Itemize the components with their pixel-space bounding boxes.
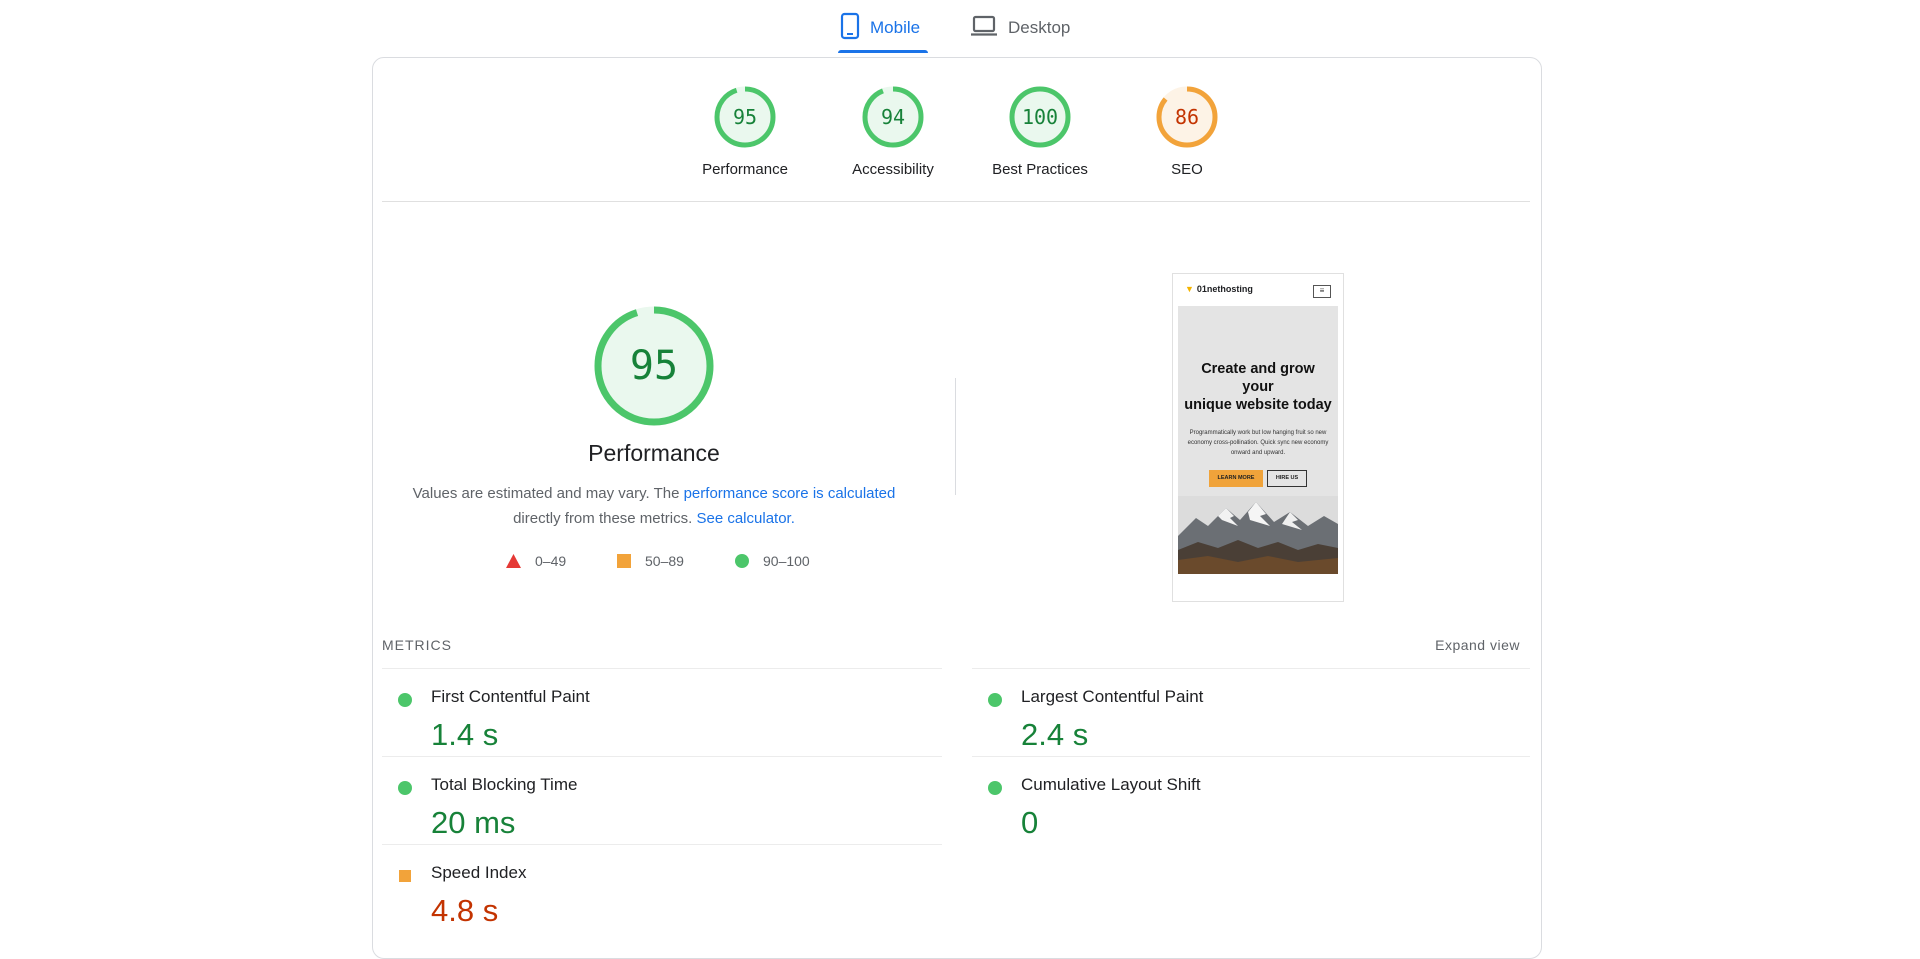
gauge-ring: 94 xyxy=(862,86,924,148)
metric-value: 4.8 s xyxy=(431,893,499,928)
hero-title-line: your xyxy=(1242,379,1274,395)
gauge-best-practices[interactable]: 100 Best Practices xyxy=(980,85,1100,178)
learn-more-button: LEARN MORE xyxy=(1209,470,1263,487)
legend-average: 50–89 xyxy=(617,553,684,569)
page-screenshot[interactable]: ▼ 01nethosting ≡ Create and grow your uni… xyxy=(1172,273,1344,602)
divider xyxy=(382,668,942,669)
metric-speed-index: Speed Index 4.8 s xyxy=(382,853,922,941)
circle-status-icon xyxy=(398,693,412,712)
hero-title-line: Create and grow xyxy=(1201,361,1315,377)
hero-subtitle: Programmatically work but low hanging fr… xyxy=(1187,430,1329,456)
gauge-ring: 86 xyxy=(1156,86,1218,148)
metric-name: Largest Contentful Paint xyxy=(1021,687,1204,706)
gauge-seo[interactable]: 86 SEO xyxy=(1127,85,1247,178)
active-tab-indicator xyxy=(838,50,928,53)
tab-desktop[interactable]: Desktop xyxy=(970,8,1070,48)
screenshot-header: ▼ 01nethosting ≡ xyxy=(1173,274,1343,304)
metric-fcp: First Contentful Paint 1.4 s xyxy=(382,677,922,765)
gauge-ring: 95 xyxy=(714,86,776,148)
gauge-score: 86 xyxy=(1175,105,1199,129)
metric-value: 0 xyxy=(1021,805,1039,840)
legend-pass: 90–100 xyxy=(735,553,810,569)
metric-value: 20 ms xyxy=(431,805,516,840)
metric-name: Total Blocking Time xyxy=(431,775,578,794)
metric-value: 1.4 s xyxy=(431,717,499,752)
expand-view-button[interactable]: Expand view xyxy=(1400,637,1520,653)
gauge-ring: 100 xyxy=(1009,86,1071,148)
tab-mobile-label: Mobile xyxy=(870,18,921,37)
menu-icon: ≡ xyxy=(1313,285,1331,298)
divider xyxy=(382,756,942,757)
see-calculator-link[interactable]: See calculator. xyxy=(696,510,794,527)
legend-label: 90–100 xyxy=(763,553,810,569)
hero-title: Create and grow your unique website toda… xyxy=(1178,360,1338,414)
gauge-accessibility[interactable]: 94 Accessibility xyxy=(833,85,953,178)
divider xyxy=(382,201,1530,202)
screenshot-hero: Create and grow your unique website toda… xyxy=(1178,306,1338,574)
metric-value: 2.4 s xyxy=(1021,717,1089,752)
screenshot-logo: ▼ 01nethosting xyxy=(1185,284,1253,294)
screenshot-brand: 01nethosting xyxy=(1196,284,1253,294)
metric-name: Cumulative Layout Shift xyxy=(1021,775,1201,794)
square-icon xyxy=(617,554,631,568)
gauge-score: 100 xyxy=(1022,105,1058,129)
tab-desktop-label: Desktop xyxy=(1008,18,1071,37)
metric-tbt: Total Blocking Time 20 ms xyxy=(382,765,922,853)
metric-name: Speed Index xyxy=(431,863,527,882)
score-calculated-link[interactable]: performance score is calculated xyxy=(684,485,896,502)
performance-score: 95 xyxy=(630,343,678,389)
gauge-label: Performance xyxy=(702,161,788,178)
hire-us-button: HIRE US xyxy=(1267,470,1307,487)
triangle-icon xyxy=(506,554,521,568)
metrics-heading: METRICS xyxy=(382,637,452,653)
performance-description: Values are estimated and may vary. The p… xyxy=(402,481,906,531)
logo-mark-icon: ▼ xyxy=(1185,284,1194,294)
gauge-label: Best Practices xyxy=(992,161,1088,178)
circle-icon xyxy=(735,554,749,568)
gauge-score: 95 xyxy=(733,105,757,129)
square-status-icon xyxy=(398,869,412,888)
gauge-label: Accessibility xyxy=(852,161,934,178)
desc-text: directly from these metrics. xyxy=(513,510,693,527)
laptop-icon xyxy=(970,15,998,42)
circle-status-icon xyxy=(398,781,412,800)
gauge-performance[interactable]: 95 Performance xyxy=(685,85,805,178)
circle-status-icon xyxy=(988,781,1002,800)
mountain-image xyxy=(1178,496,1338,574)
desc-text: Values are estimated and may vary. The xyxy=(412,485,684,502)
vertical-divider xyxy=(955,378,956,495)
metric-name: First Contentful Paint xyxy=(431,687,590,706)
divider xyxy=(382,844,942,845)
legend-fail: 0–49 xyxy=(506,553,566,569)
metric-cls: Cumulative Layout Shift 0 xyxy=(972,765,1512,853)
legend-label: 50–89 xyxy=(645,553,684,569)
legend-label: 0–49 xyxy=(535,553,567,569)
phone-icon xyxy=(840,12,860,45)
gauge-score: 94 xyxy=(881,105,905,129)
performance-gauge-large: 95 xyxy=(593,305,715,432)
divider xyxy=(972,668,1530,669)
circle-status-icon xyxy=(988,693,1002,712)
performance-title: Performance xyxy=(588,440,720,466)
hero-title-line: unique website today xyxy=(1184,397,1332,413)
tab-mobile[interactable]: Mobile xyxy=(840,8,920,48)
gauge-label: SEO xyxy=(1171,161,1203,178)
metric-lcp: Largest Contentful Paint 2.4 s xyxy=(972,677,1512,765)
divider xyxy=(972,756,1530,757)
